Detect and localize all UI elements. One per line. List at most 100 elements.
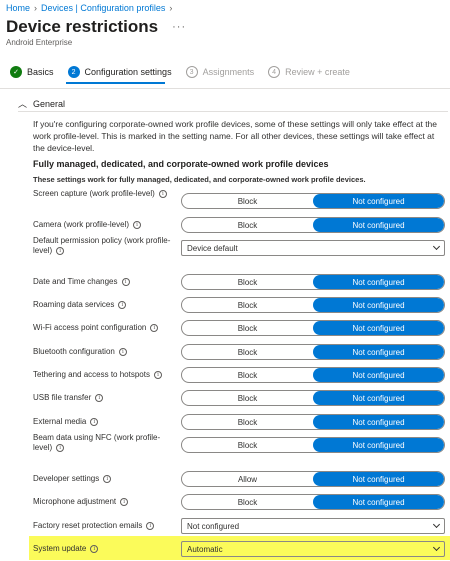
setting-row: Camera (work profile-level) i Block Not con… [33,217,448,233]
toggle-option-block[interactable]: Block [182,218,313,232]
more-options-icon[interactable]: ··· [172,21,186,33]
setting-toggle: Block Not configured [181,390,445,406]
group-title: Fully managed, dedicated, and corporate-… [33,159,329,169]
setting-row: System update i Automatic [33,541,448,557]
setting-row: Developer settings i Allow Not configured [33,471,448,487]
setting-toggle: Block Not configured [181,217,445,233]
group-description: These settings work for fully managed, d… [33,175,366,184]
setting-label-text: External media [33,417,87,426]
info-icon[interactable]: i [150,323,159,332]
toggle-option-not-configured[interactable]: Not configured [313,218,444,232]
step-2[interactable]: 2 Configuration settings [67,66,172,78]
checkmark-icon: ✓ [10,66,22,78]
setting-row: USB file transfer i Block Not configured [33,390,448,406]
toggle-option-block[interactable]: Block [182,415,313,429]
setting-row: Factory reset protection emails i Not conf… [33,518,448,534]
info-icon[interactable]: i [118,300,127,309]
setting-dropdown[interactable]: Device default [181,240,445,256]
active-step-underline [66,82,165,84]
setting-label-text: Wi-Fi access point configuration [33,323,147,332]
setting-label-text: Date and Time changes [33,277,118,286]
setting-label: Screen capture (work profile-level) i [33,189,178,199]
setting-label-text: Tethering and access to hotspots [33,370,150,379]
toggle-option-not-configured[interactable]: Not configured [313,438,444,452]
toggle-option-block[interactable]: Block [182,391,313,405]
setting-toggle: Block Not configured [181,367,445,383]
toggle-option-block[interactable]: Block [182,438,313,452]
info-icon[interactable]: i [146,521,155,530]
step-4[interactable]: 4 Review + create [268,66,350,78]
step-label: Basics [27,67,54,77]
breadcrumb-home[interactable]: Home [6,3,30,13]
toggle-option-block[interactable]: Block [182,298,313,312]
setting-label: Default permission policy (work profile-… [33,236,178,256]
chevron-up-icon: ︿ [18,99,28,109]
toggle-option-allow[interactable]: Allow [182,472,313,486]
toggle-option-not-configured[interactable]: Not configured [313,472,444,486]
divider [18,111,448,112]
toggle-option-block[interactable]: Block [182,275,313,289]
setting-toggle: Block Not configured [181,297,445,313]
info-icon[interactable]: i [90,544,99,553]
info-icon[interactable]: i [120,497,129,506]
chevron-right-icon: › [169,3,173,13]
setting-toggle: Block Not configured [181,320,445,336]
breadcrumb-config-profiles[interactable]: Devices | Configuration profiles [41,3,165,13]
setting-label: Roaming data services i [33,300,178,310]
setting-row: Wi-Fi access point configuration i Block No… [33,320,448,336]
chevron-right-icon: › [34,3,38,13]
step-3[interactable]: 3 Assignments [185,66,254,78]
info-icon[interactable]: i [153,370,162,379]
toggle-option-not-configured[interactable]: Not configured [313,495,444,509]
setting-toggle: Block Not configured [181,193,445,209]
toggle-option-not-configured[interactable]: Not configured [313,321,444,335]
toggle-option-not-configured[interactable]: Not configured [313,368,444,382]
info-icon[interactable]: i [121,277,130,286]
setting-toggle: Block Not configured [181,344,445,360]
setting-dropdown[interactable]: Automatic [181,541,445,557]
chevron-down-icon [432,543,441,552]
toggle-option-not-configured[interactable]: Not configured [313,415,444,429]
section-general-header[interactable]: ︿ General [18,97,65,110]
wizard-steps: ✓ Basics 2 Configuration settings 3 Assignmen… [10,66,364,78]
chevron-down-icon [432,520,441,529]
info-icon[interactable]: i [56,246,65,255]
toggle-option-not-configured[interactable]: Not configured [313,345,444,359]
info-icon[interactable]: i [90,417,99,426]
step-1[interactable]: ✓ Basics [10,66,54,78]
setting-toggle: Block Not configured [181,274,445,290]
setting-row: Tethering and access to hotspots i Block No… [33,367,448,383]
setting-toggle: Allow Not configured [181,471,445,487]
toggle-option-block[interactable]: Block [182,321,313,335]
info-icon[interactable]: i [133,220,142,229]
toggle-option-block[interactable]: Block [182,194,313,208]
toggle-option-not-configured[interactable]: Not configured [313,275,444,289]
info-icon[interactable]: i [118,347,127,356]
step-number-icon: 3 [185,66,198,78]
toggle-option-block[interactable]: Block [182,495,313,509]
section-title: General [33,98,66,109]
toggle-option-not-configured[interactable]: Not configured [313,391,444,405]
setting-row: Screen capture (work profile-level) i Bloc… [33,189,448,209]
info-icon[interactable]: i [56,443,65,452]
setting-label-text: Microphone adjustment [33,497,117,506]
info-icon[interactable]: i [95,393,104,402]
setting-dropdown[interactable]: Not configured [181,518,445,534]
toggle-option-block[interactable]: Block [182,345,313,359]
page-subtitle: Android Enterprise [6,38,73,47]
setting-toggle: Block Not configured [181,437,445,453]
divider [0,88,450,89]
info-icon[interactable]: i [103,474,112,483]
dropdown-value: Device default [187,243,238,253]
setting-label-text: System update [33,544,87,553]
info-icon[interactable]: i [158,189,167,198]
toggle-option-block[interactable]: Block [182,368,313,382]
setting-label: External media i [33,417,178,427]
toggle-option-not-configured[interactable]: Not configured [313,298,444,312]
setting-label: Beam data using NFC (work profile-level)… [33,433,178,453]
setting-toggle: Block Not configured [181,414,445,430]
setting-label-text: Developer settings [33,474,100,483]
setting-label-text: USB file transfer [33,393,92,402]
toggle-option-not-configured[interactable]: Not configured [313,194,444,208]
setting-label: USB file transfer i [33,393,178,403]
